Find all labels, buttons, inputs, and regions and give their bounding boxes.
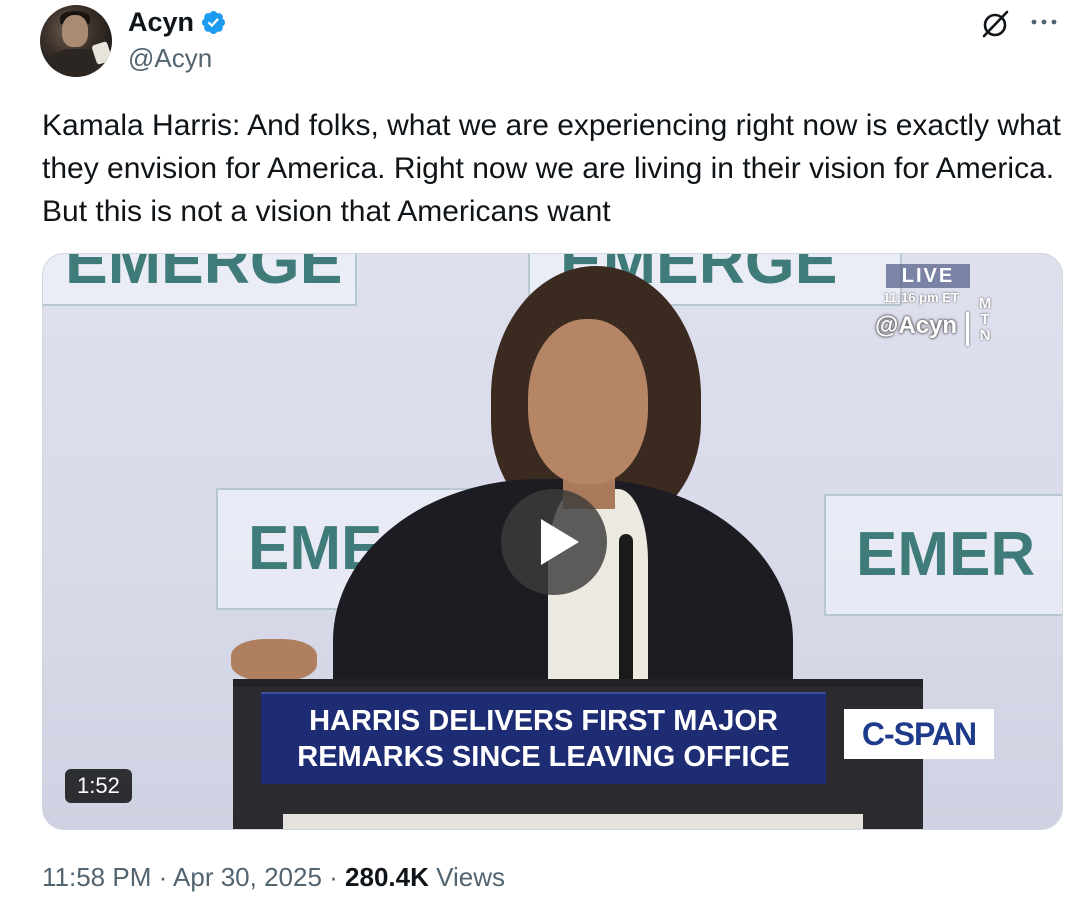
author-name-row[interactable]: Acyn [128,6,227,38]
meta-separator: · [321,862,346,892]
lower-third-caption: HARRIS DELIVERS FIRST MAJOR REMARKS SINC… [261,692,826,784]
live-time: 11:16 pm ET [883,290,959,305]
podium-front [283,814,863,829]
video-player[interactable]: EMERGE EMERGE EME EMER HARRIS DELIVERS F… [42,253,1063,830]
views-label: Views [436,862,505,892]
author-handle[interactable]: @Acyn [128,42,212,74]
play-icon [541,519,579,565]
meta-separator: · [151,862,174,892]
watermark-letter: T [980,311,990,328]
play-button[interactable] [501,489,607,595]
avatar[interactable] [40,5,112,77]
watermark-mark: M T N [975,296,995,344]
tweet-meta: 11:58 PM · Apr 30, 2025 · 280.4K Views [42,860,505,894]
caption-line-2: REMARKS SINCE LEAVING OFFICE [297,741,790,773]
network-logo: C-SPAN [844,709,994,759]
verified-badge-icon [200,9,227,36]
more-options-icon[interactable] [1028,12,1060,32]
background-banner: EMER [824,494,1062,616]
tweet-text: Kamala Harris: And folks, what we are ex… [42,109,1070,228]
speaker-hand [231,639,317,681]
watermark-letter: M [978,295,992,312]
watermark-divider [966,312,969,346]
views-count: 280.4K [345,862,429,892]
author-display-name[interactable]: Acyn [128,6,194,38]
caption-line-1: HARRIS DELIVERS FIRST MAJOR [309,705,778,737]
grok-icon[interactable] [980,8,1012,40]
speaker-face [528,319,648,484]
tweet-date[interactable]: Apr 30, 2025 [173,862,322,892]
watermark-letter: N [979,327,991,344]
background-banner: EMERGE [43,254,357,306]
tweet: Acyn @Acyn Kamala Harris: And folks, wha… [0,0,1090,910]
tweet-time[interactable]: 11:58 PM [42,862,151,892]
watermark: @Acyn [875,312,958,339]
live-badge: LIVE [886,264,970,288]
video-duration: 1:52 [65,769,132,803]
